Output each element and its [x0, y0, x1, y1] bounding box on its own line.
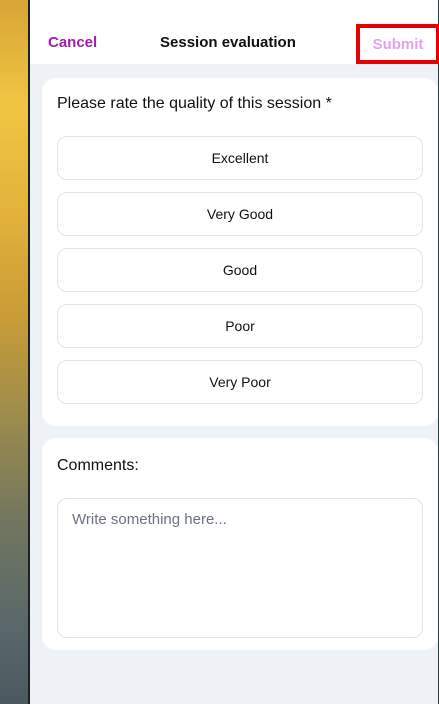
comments-label: Comments:	[57, 457, 139, 474]
submit-button[interactable]: Submit	[356, 24, 439, 64]
rating-option-excellent[interactable]: Excellent	[57, 136, 423, 180]
comments-card: Comments:	[42, 438, 438, 650]
submit-button-label: Submit	[372, 35, 424, 53]
comments-input[interactable]	[57, 498, 423, 638]
evaluation-sheet: Cancel Session evaluation Submit Please …	[28, 0, 439, 704]
rating-option-poor[interactable]: Poor	[57, 304, 423, 348]
rating-card: Please rate the quality of this session …	[42, 78, 438, 426]
rating-option-very-good[interactable]: Very Good	[57, 192, 423, 236]
cancel-button[interactable]: Cancel	[48, 34, 97, 51]
rating-option-good[interactable]: Good	[57, 248, 423, 292]
rating-question: Please rate the quality of this session …	[57, 95, 332, 112]
rating-option-very-poor[interactable]: Very Poor	[57, 360, 423, 404]
background-wallpaper	[0, 0, 28, 704]
page-title: Session evaluation	[160, 34, 296, 51]
navigation-header: Cancel Session evaluation Submit	[30, 0, 439, 64]
